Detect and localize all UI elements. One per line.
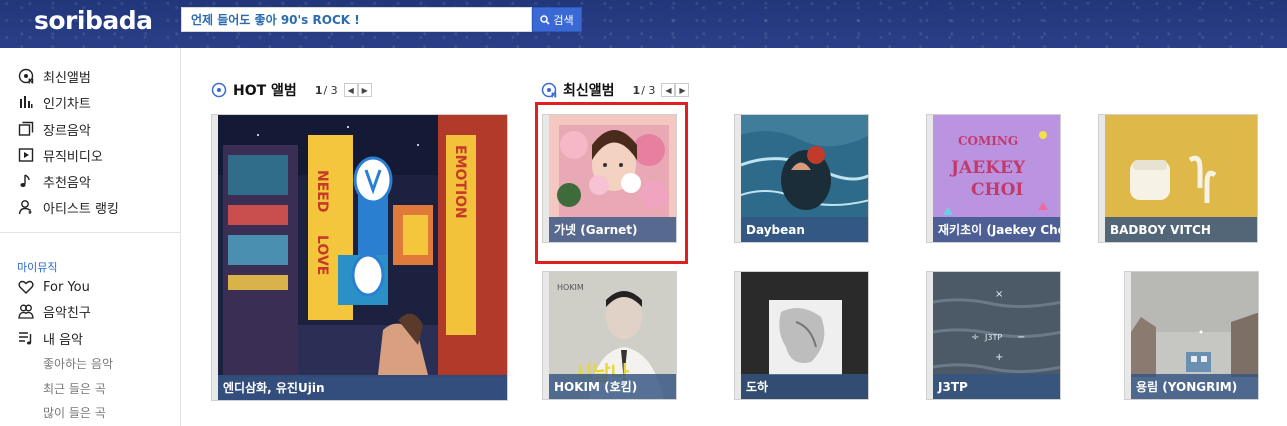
- selection-highlight: [535, 102, 688, 264]
- album-caption: 도하: [741, 374, 868, 399]
- sidebar: N 최신앨범 인기차트 장르음악 뮤직비디오 추천음악 아티스트 랭킹 마이뮤직: [0, 48, 181, 426]
- new-album-icon: N: [541, 82, 557, 98]
- artwork-text: COMING: [958, 134, 1018, 148]
- chart-icon: [17, 93, 35, 111]
- search-button[interactable]: 검색: [532, 7, 582, 32]
- neon-sign-text: NEED: [314, 170, 330, 212]
- album-caption: Daybean: [741, 217, 868, 242]
- new-album-icon: [211, 82, 227, 98]
- search-button-label: 검색: [553, 13, 574, 27]
- svg-text:+: +: [995, 352, 1003, 363]
- pager-total: / 3: [323, 83, 338, 97]
- artwork-text: J3TP: [984, 333, 1002, 342]
- friends-icon: [17, 302, 35, 320]
- album-card[interactable]: BADBOY VITCH: [1098, 114, 1258, 243]
- sidebar-item-label: For You: [43, 279, 90, 295]
- svg-text:×: ×: [995, 289, 1003, 300]
- album-caption: J3TP: [933, 374, 1060, 399]
- neon-sign-text: LOVE: [314, 235, 330, 275]
- sidebar-item-label: 내 음악: [43, 332, 84, 348]
- artwork-text: CHOI: [971, 180, 1023, 200]
- sidebar-item-genre[interactable]: 장르음악: [17, 119, 91, 139]
- new-album-header: N 최신앨범 1 / 3 ◀ ▶: [541, 81, 690, 99]
- my-music-title: 마이뮤직: [17, 261, 58, 274]
- album-caption: 재키초이 (Jaekey Choi): [933, 217, 1060, 242]
- svg-text:÷: ÷: [971, 332, 979, 343]
- genre-icon: [17, 120, 35, 138]
- new-album-pager: 1 / 3 ◀ ▶: [633, 83, 690, 97]
- heart-icon: [17, 278, 35, 296]
- next-page-button[interactable]: ▶: [675, 83, 690, 97]
- sidebar-item-my-music[interactable]: 내 음악: [17, 328, 83, 348]
- sidebar-item-label: 추천음악: [43, 175, 91, 191]
- pager-current: 1: [314, 83, 323, 97]
- search-input[interactable]: [182, 8, 531, 31]
- sidebar-item-for-you[interactable]: For You: [17, 277, 90, 297]
- album-card[interactable]: × ÷ J3TP − + J3TP: [926, 271, 1061, 400]
- sidebar-item-recommend[interactable]: 추천음악: [17, 171, 91, 191]
- sidebar-item-artist-ranking[interactable]: 아티스트 랭킹: [17, 197, 119, 217]
- neon-sign-text: EMOTION: [452, 145, 468, 219]
- svg-text:−: −: [1017, 332, 1025, 343]
- new-album-icon: N: [17, 67, 35, 85]
- album-card[interactable]: HOKIM 시날나 HOKIM (호킴): [542, 271, 677, 400]
- album-card[interactable]: COMING JAEKEY CHOI 재키초이 (Jaekey Choi): [926, 114, 1061, 243]
- search-icon: [540, 14, 550, 25]
- hot-album-title: HOT 앨범: [233, 83, 297, 99]
- prev-page-button[interactable]: ◀: [661, 83, 676, 97]
- sidebar-item-label: 인기차트: [43, 96, 91, 112]
- playlist-icon: [17, 329, 35, 347]
- artist-ranking-icon: [17, 198, 35, 216]
- sidebar-item-chart[interactable]: 인기차트: [17, 92, 91, 112]
- hot-album-card[interactable]: NEED LOVE EMOTION 엔디삼화, 유진Ujin: [211, 114, 508, 401]
- sidebar-item-label: 아티스트 랭킹: [43, 201, 119, 217]
- album-caption: 용림 (YONGRIM): [1131, 374, 1258, 399]
- sidebar-item-new-albums[interactable]: N 최신앨범: [17, 66, 91, 86]
- search-box[interactable]: [181, 7, 532, 32]
- top-header: soribada 검색: [0, 0, 1287, 48]
- soribada-logo[interactable]: soribada: [34, 6, 153, 35]
- album-card[interactable]: Daybean: [734, 114, 869, 243]
- album-caption: HOKIM (호킴): [549, 374, 676, 399]
- svg-text:N: N: [551, 92, 557, 99]
- artwork-text: JAEKEY: [949, 158, 1026, 178]
- album-caption: 엔디삼화, 유진Ujin: [218, 375, 507, 400]
- album-card[interactable]: 도하: [734, 271, 869, 400]
- prev-page-button[interactable]: ◀: [343, 83, 358, 97]
- sub-item-liked[interactable]: 좋아하는 음악: [43, 355, 113, 372]
- pager-total: / 3: [641, 83, 656, 97]
- music-note-icon: [17, 172, 35, 190]
- sidebar-item-label: 음악친구: [43, 305, 91, 321]
- svg-text:N: N: [28, 78, 34, 85]
- sidebar-item-label: 장르음악: [43, 123, 91, 139]
- next-page-button[interactable]: ▶: [357, 83, 372, 97]
- sidebar-item-music-friends[interactable]: 음악친구: [17, 301, 91, 321]
- sidebar-item-label: 최신앨범: [43, 70, 91, 86]
- sidebar-item-label: 뮤직비디오: [43, 149, 103, 165]
- album-cover: NEED LOVE EMOTION: [218, 115, 507, 400]
- hot-album-header: HOT 앨범 1 / 3 ◀ ▶: [211, 81, 372, 99]
- pager-current: 1: [632, 83, 641, 97]
- sidebar-divider: [0, 232, 180, 233]
- sidebar-item-music-video[interactable]: 뮤직비디오: [17, 145, 103, 165]
- artwork-text: HOKIM: [557, 283, 584, 292]
- video-icon: [17, 146, 35, 164]
- album-card[interactable]: 용림 (YONGRIM): [1124, 271, 1259, 400]
- album-caption: BADBOY VITCH: [1105, 217, 1257, 242]
- new-album-title: 최신앨범: [563, 83, 615, 99]
- hot-album-pager: 1 / 3 ◀ ▶: [315, 83, 372, 97]
- sub-item-recent[interactable]: 최근 들은 곡: [43, 380, 106, 397]
- sub-item-most-played[interactable]: 많이 들은 곡: [43, 404, 106, 421]
